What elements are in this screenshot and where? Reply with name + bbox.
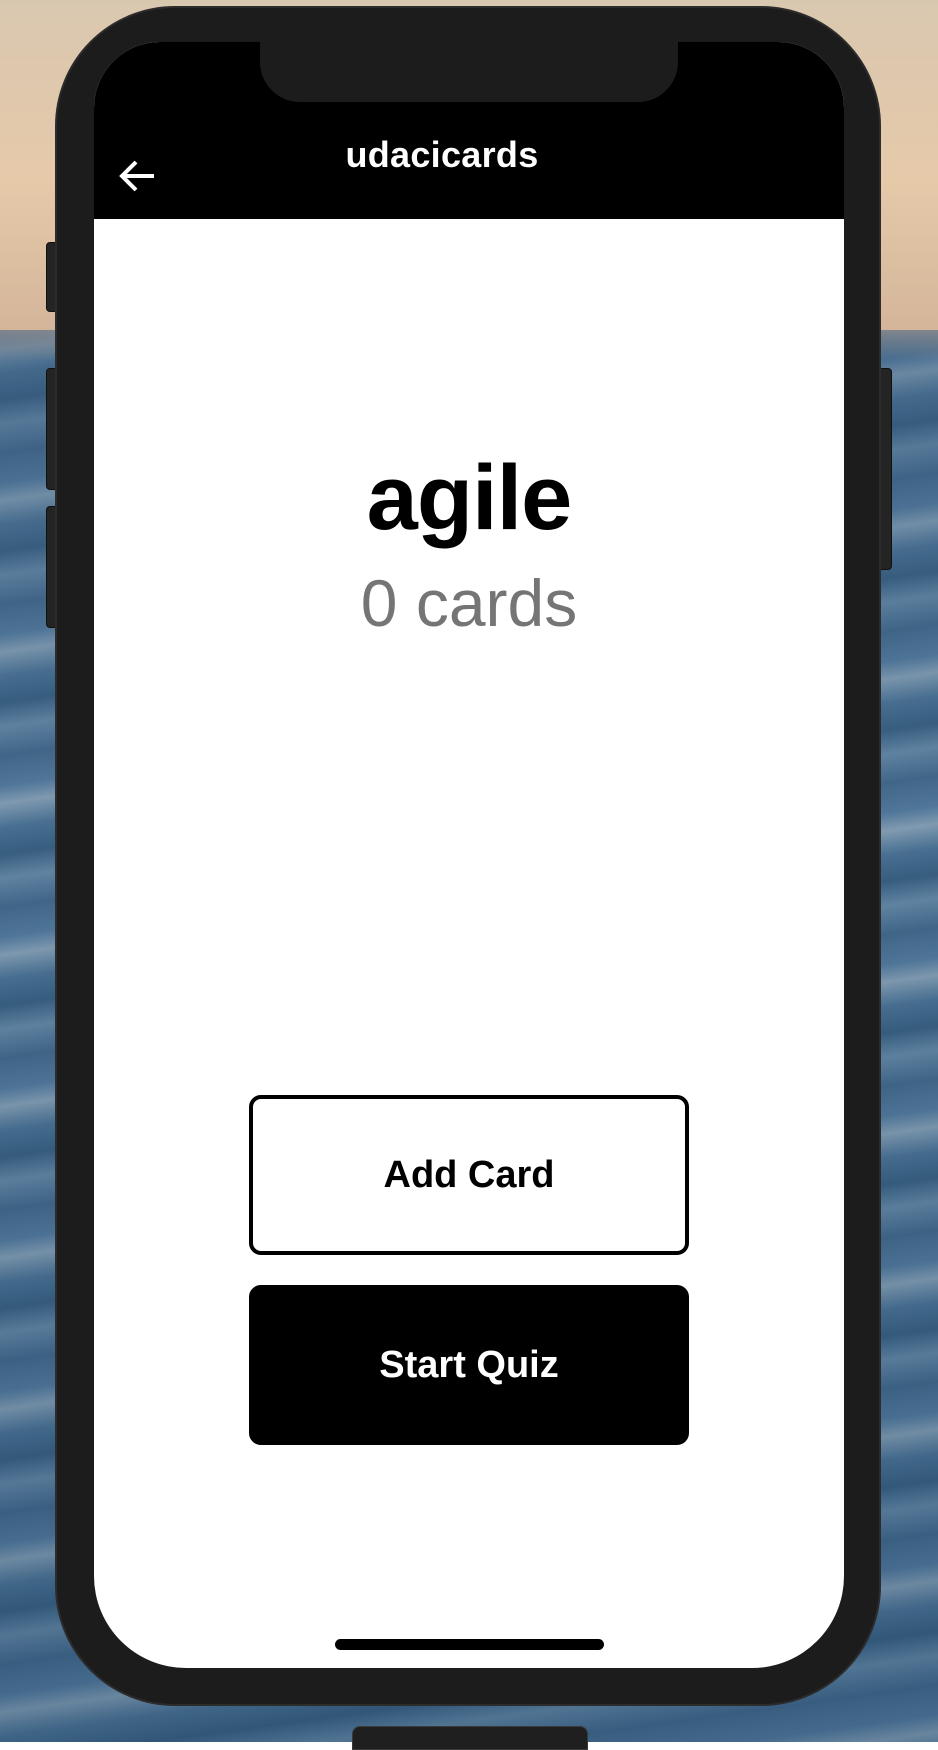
simulator-window-tab — [352, 1726, 588, 1750]
add-card-button[interactable]: Add Card — [249, 1095, 689, 1255]
deck-title: agile — [366, 447, 573, 549]
app-screen: udacicards agile 0 cards Add Card Start … — [94, 42, 844, 1668]
card-count: 0 cards — [360, 566, 578, 640]
home-indicator[interactable] — [335, 1639, 604, 1650]
device-notch — [260, 42, 678, 102]
page-title: udacicards — [345, 134, 539, 175]
start-quiz-button[interactable]: Start Quiz — [249, 1285, 689, 1445]
back-focus-underline — [94, 216, 194, 219]
